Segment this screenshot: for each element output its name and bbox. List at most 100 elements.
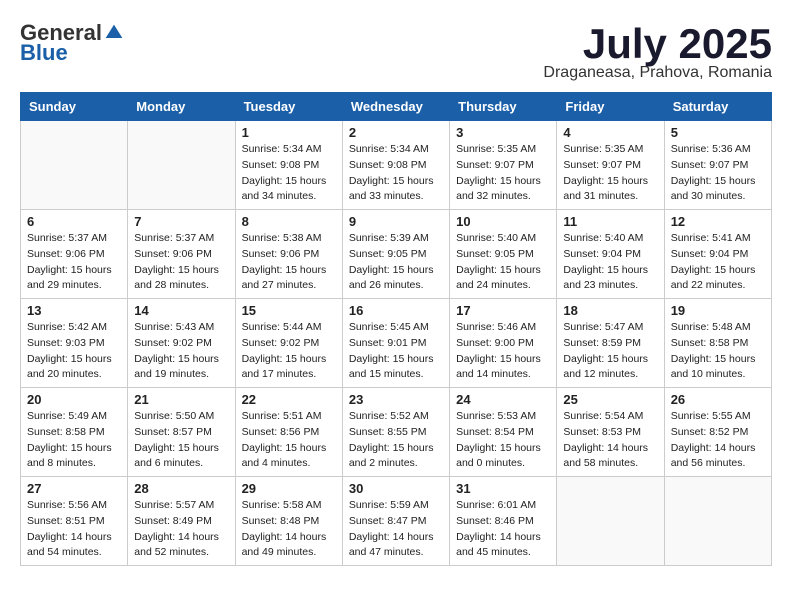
day-number: 8 <box>242 214 336 229</box>
day-info-line: Daylight: 15 hours and 12 minutes. <box>563 353 648 381</box>
day-info-line: Sunset: 8:49 PM <box>134 515 212 527</box>
calendar-cell: 5Sunrise: 5:36 AMSunset: 9:07 PMDaylight… <box>664 121 771 210</box>
day-info-line: Sunset: 8:56 PM <box>242 426 320 438</box>
day-info: Sunrise: 5:50 AMSunset: 8:57 PMDaylight:… <box>134 409 228 472</box>
calendar-cell: 18 Sunrise: 5:47 AMSunset: 8:59 PMDayligh… <box>557 299 664 388</box>
calendar-cell <box>128 121 235 210</box>
day-info-line: Daylight: 15 hours and 15 minutes. <box>349 353 434 381</box>
calendar-cell: 25Sunrise: 5:54 AMSunset: 8:53 PMDayligh… <box>557 388 664 477</box>
day-info: Sunrise: 5:39 AMSunset: 9:05 PMDaylight:… <box>349 231 443 294</box>
day-number: 6 <box>27 214 121 229</box>
week-row-3: 13 Sunrise: 5:42 AMSunset: 9:03 PMDayligh… <box>21 299 772 388</box>
day-info-line: Daylight: 15 hours and 17 minutes. <box>242 353 327 381</box>
day-number: 7 <box>134 214 228 229</box>
calendar-cell: 20Sunrise: 5:49 AMSunset: 8:58 PMDayligh… <box>21 388 128 477</box>
calendar-cell: 13 Sunrise: 5:42 AMSunset: 9:03 PMDayligh… <box>21 299 128 388</box>
calendar-header-row: Sunday Monday Tuesday Wednesday Thursday… <box>21 93 772 121</box>
col-wednesday: Wednesday <box>342 93 449 121</box>
calendar-table: Sunday Monday Tuesday Wednesday Thursday… <box>20 92 772 566</box>
day-number: 27 <box>27 481 121 496</box>
day-info-line: Sunrise: 5:36 AM <box>671 143 751 155</box>
calendar-cell: 31 Sunrise: 6:01 AMSunset: 8:46 PMDayligh… <box>450 477 557 566</box>
day-info: Sunrise: 5:40 AMSunset: 9:05 PMDaylight:… <box>456 231 550 294</box>
day-number: 29 <box>242 481 336 496</box>
calendar-cell: 30Sunrise: 5:59 AMSunset: 8:47 PMDayligh… <box>342 477 449 566</box>
day-info-line: Daylight: 15 hours and 10 minutes. <box>671 353 756 381</box>
calendar-cell: 10 Sunrise: 5:40 AMSunset: 9:05 PMDayligh… <box>450 210 557 299</box>
day-info: Sunrise: 5:42 AMSunset: 9:03 PMDaylight:… <box>27 320 121 383</box>
day-info: Sunrise: 5:48 AM Sunset: 8:58 PM Daylight:… <box>671 320 765 383</box>
calendar-cell: 19 Sunrise: 5:48 AM Sunset: 8:58 PM Dayligh… <box>664 299 771 388</box>
day-info-line: Sunset: 8:58 PM <box>671 337 749 349</box>
day-info-line: Daylight: 15 hours and 22 minutes. <box>671 264 756 292</box>
calendar-cell: 27 Sunrise: 5:56 AMSunset: 8:51 PMDayligh… <box>21 477 128 566</box>
calendar-cell: 22Sunrise: 5:51 AMSunset: 8:56 PMDayligh… <box>235 388 342 477</box>
calendar-cell: 7 Sunrise: 5:37 AMSunset: 9:06 PMDaylight… <box>128 210 235 299</box>
day-info-line: Daylight: 15 hours and 14 minutes. <box>456 353 541 381</box>
day-info: Sunrise: 5:57 AMSunset: 8:49 PMDaylight:… <box>134 498 228 561</box>
calendar-cell: 26Sunrise: 5:55 AMSunset: 8:52 PMDayligh… <box>664 388 771 477</box>
day-info-line: Sunrise: 5:44 AM <box>242 321 322 333</box>
day-info: Sunrise: 6:01 AMSunset: 8:46 PMDaylight:… <box>456 498 550 561</box>
day-number: 10 <box>456 214 550 229</box>
calendar-cell: 12Sunrise: 5:41 AMSunset: 9:04 PMDayligh… <box>664 210 771 299</box>
calendar-body: 1Sunrise: 5:34 AMSunset: 9:08 PMDaylight… <box>21 121 772 566</box>
day-number: 4 <box>563 125 657 140</box>
day-info-line: Sunset: 8:54 PM <box>456 426 534 438</box>
day-info: Sunrise: 5:34 AMSunset: 9:08 PMDaylight:… <box>242 142 336 205</box>
day-info-line: Sunset: 9:02 PM <box>242 337 320 349</box>
calendar-cell: 1Sunrise: 5:34 AMSunset: 9:08 PMDaylight… <box>235 121 342 210</box>
day-info-line: Sunrise: 5:37 AM <box>134 232 214 244</box>
day-info: Sunrise: 5:49 AMSunset: 8:58 PMDaylight:… <box>27 409 121 472</box>
day-info-line: Sunrise: 5:45 AM <box>349 321 429 333</box>
day-info-line: Sunrise: 5:58 AM <box>242 499 322 511</box>
logo: General Blue <box>20 20 124 66</box>
day-info-line: Sunset: 9:03 PM <box>27 337 105 349</box>
day-info-line: Sunset: 9:01 PM <box>349 337 427 349</box>
day-info: Sunrise: 5:37 AMSunset: 9:06 PMDaylight:… <box>27 231 121 294</box>
day-info: Sunrise: 5:37 AMSunset: 9:06 PMDaylight:… <box>134 231 228 294</box>
day-info-line: Sunrise: 5:35 AM <box>563 143 643 155</box>
day-number: 18 <box>563 303 657 318</box>
day-number: 21 <box>134 392 228 407</box>
day-info-line: Daylight: 14 hours and 56 minutes. <box>671 442 756 470</box>
calendar-cell <box>557 477 664 566</box>
day-info-line: Sunset: 8:55 PM <box>349 426 427 438</box>
day-info-line: Sunrise: 5:54 AM <box>563 410 643 422</box>
day-info-line: Daylight: 15 hours and 31 minutes. <box>563 175 648 203</box>
day-info: Sunrise: 5:43 AMSunset: 9:02 PMDaylight:… <box>134 320 228 383</box>
day-info-line: Sunset: 8:52 PM <box>671 426 749 438</box>
logo-blue-text: Blue <box>20 40 68 66</box>
calendar-cell: 4 Sunrise: 5:35 AMSunset: 9:07 PMDaylight… <box>557 121 664 210</box>
day-info: Sunrise: 5:55 AMSunset: 8:52 PMDaylight:… <box>671 409 765 472</box>
day-info: Sunrise: 5:35 AMSunset: 9:07 PMDaylight:… <box>563 142 657 205</box>
day-info-line: Daylight: 15 hours and 19 minutes. <box>134 353 219 381</box>
day-number: 19 <box>671 303 765 318</box>
day-number: 31 <box>456 481 550 496</box>
day-number: 2 <box>349 125 443 140</box>
calendar-cell: 6 Sunrise: 5:37 AMSunset: 9:06 PMDaylight… <box>21 210 128 299</box>
day-info-line: Daylight: 15 hours and 8 minutes. <box>27 442 112 470</box>
day-info-line: Sunrise: 5:48 AM <box>671 321 751 333</box>
day-number: 22 <box>242 392 336 407</box>
month-title: July 2025 <box>543 20 772 68</box>
day-info: Sunrise: 5:56 AMSunset: 8:51 PMDaylight:… <box>27 498 121 561</box>
day-number: 24 <box>456 392 550 407</box>
day-info-line: Daylight: 15 hours and 28 minutes. <box>134 264 219 292</box>
calendar-cell: 3Sunrise: 5:35 AMSunset: 9:07 PMDaylight… <box>450 121 557 210</box>
day-info-line: Sunset: 9:06 PM <box>27 248 105 260</box>
day-info: Sunrise: 5:47 AMSunset: 8:59 PMDaylight:… <box>563 320 657 383</box>
calendar-cell: 29Sunrise: 5:58 AMSunset: 8:48 PMDayligh… <box>235 477 342 566</box>
day-info: Sunrise: 5:38 AMSunset: 9:06 PMDaylight:… <box>242 231 336 294</box>
day-info-line: Daylight: 15 hours and 30 minutes. <box>671 175 756 203</box>
day-info-line: Sunset: 8:47 PM <box>349 515 427 527</box>
day-info-line: Sunset: 9:07 PM <box>456 159 534 171</box>
day-info: Sunrise: 5:34 AMSunset: 9:08 PMDaylight:… <box>349 142 443 205</box>
week-row-5: 27 Sunrise: 5:56 AMSunset: 8:51 PMDayligh… <box>21 477 772 566</box>
day-number: 13 <box>27 303 121 318</box>
day-info: Sunrise: 5:45 AM Sunset: 9:01 PM Daylight:… <box>349 320 443 383</box>
col-saturday: Saturday <box>664 93 771 121</box>
day-info-line: Sunset: 8:51 PM <box>27 515 105 527</box>
week-row-4: 20Sunrise: 5:49 AMSunset: 8:58 PMDayligh… <box>21 388 772 477</box>
day-info-line: Sunrise: 5:40 AM <box>456 232 536 244</box>
